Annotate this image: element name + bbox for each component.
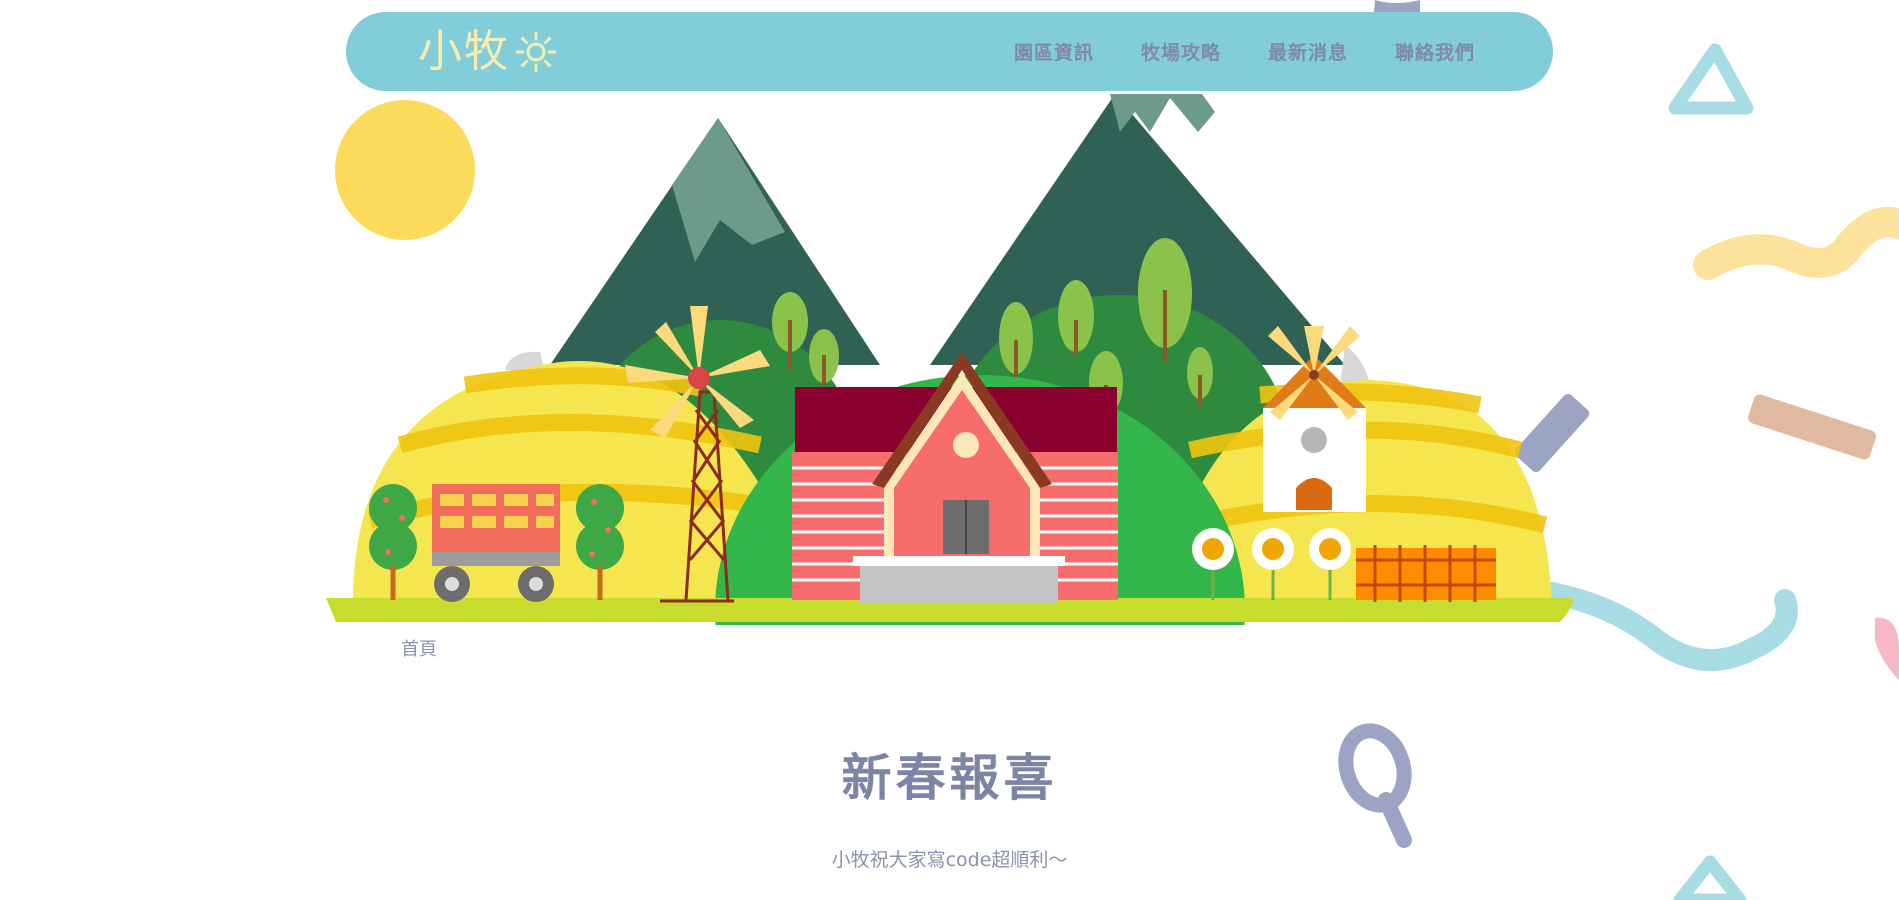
illustration-sun [335, 100, 475, 240]
farm-landscape-illustration [326, 94, 1574, 625]
nav-contact-us[interactable]: 聯絡我們 [1395, 38, 1475, 65]
breadcrumb-home[interactable]: 首頁 [401, 635, 437, 661]
nav-latest-news[interactable]: 最新消息 [1268, 38, 1348, 65]
illustration-fence [1356, 545, 1496, 602]
news-subtitle: 小牧祝大家寫code超順利～ [831, 849, 1068, 871]
logo[interactable]: 小牧 [418, 24, 558, 80]
logo-text: 小牧 [418, 26, 510, 77]
nav-ranch-guide[interactable]: 牧場攻略 [1141, 38, 1221, 65]
sun-icon [515, 31, 557, 73]
news-title: 新春報喜 [841, 749, 1058, 807]
illustration-barn [792, 352, 1118, 604]
nav-park-info[interactable]: 園區資訊 [1014, 38, 1094, 65]
